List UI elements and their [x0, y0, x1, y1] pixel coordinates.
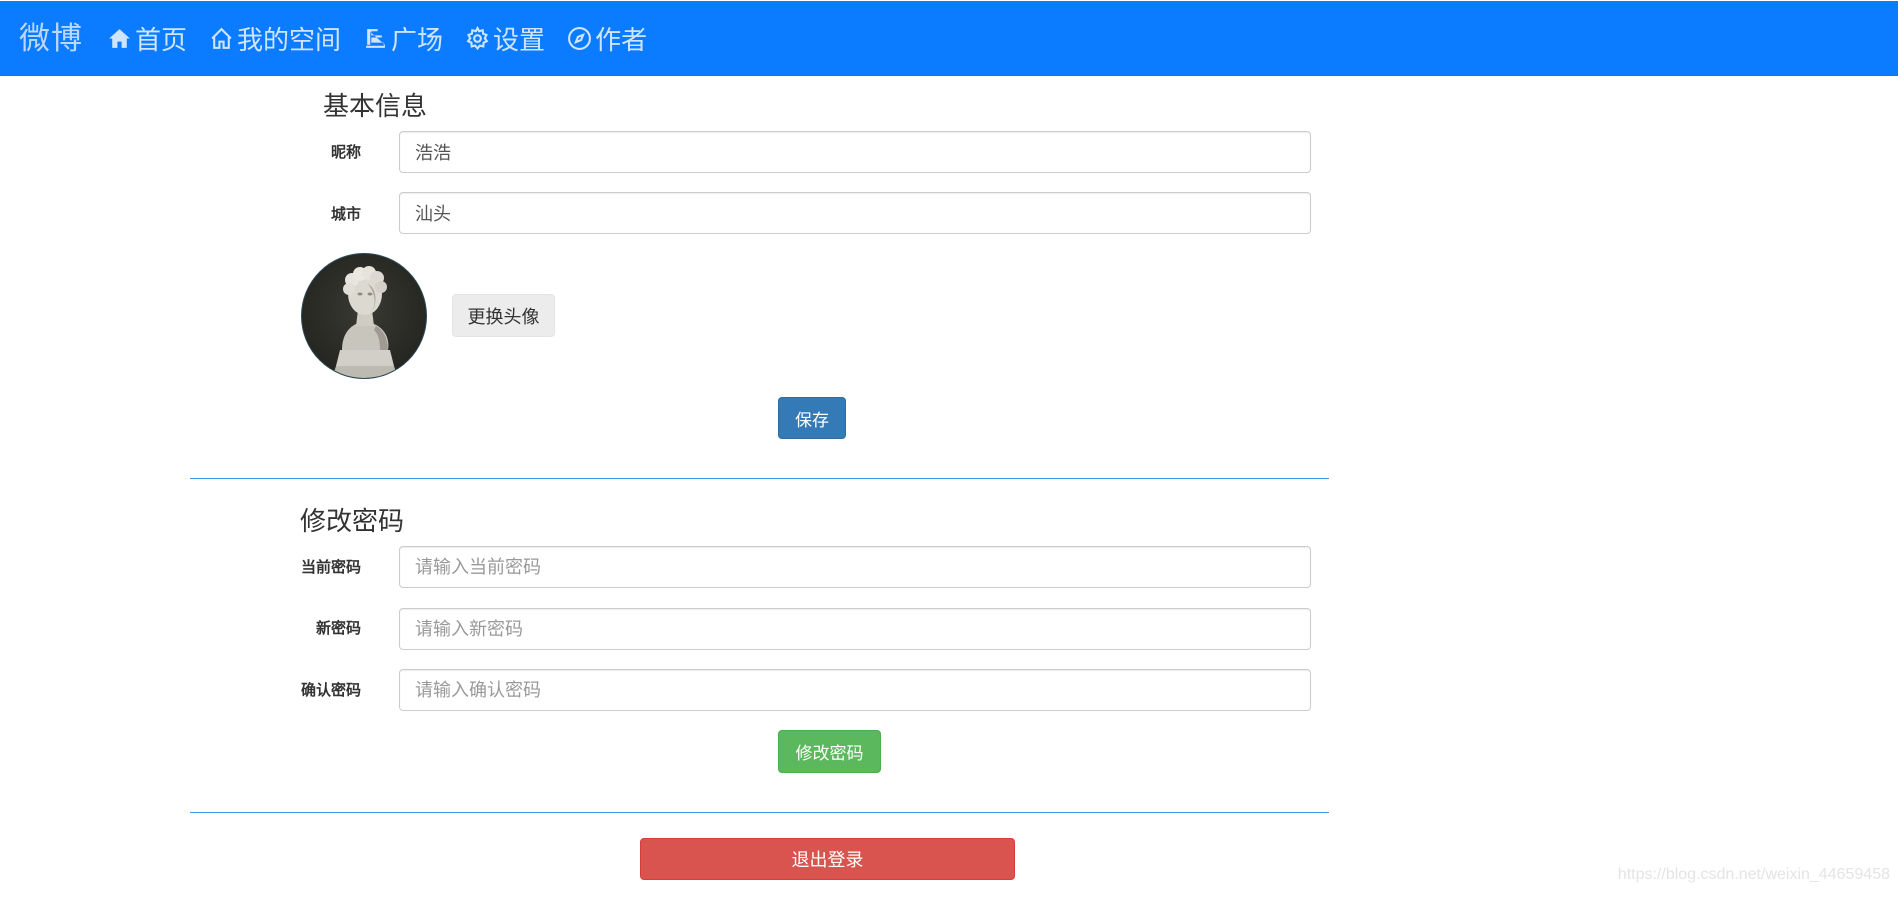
- home-icon: [109, 29, 130, 48]
- gear-icon: [466, 26, 489, 51]
- save-button[interactable]: 保存: [778, 397, 846, 439]
- change-avatar-button[interactable]: 更换头像: [452, 294, 555, 337]
- brand-logo[interactable]: 微博: [19, 1, 83, 77]
- basic-info-title: 基本信息: [323, 92, 428, 122]
- nav-item-label: 我的空间: [237, 26, 342, 56]
- nickname-label: 昵称: [330, 143, 361, 161]
- change-password-button[interactable]: 修改密码: [778, 730, 881, 773]
- city-label: 城市: [330, 205, 361, 223]
- change-password-title: 修改密码: [300, 507, 405, 537]
- current-password-input[interactable]: [399, 546, 1311, 588]
- compass-icon: [568, 27, 592, 50]
- logout-button[interactable]: 退出登录: [640, 838, 1015, 880]
- nav-item-label: 设置: [493, 26, 546, 56]
- section-divider: [190, 478, 1329, 479]
- plaza-icon: [366, 29, 385, 48]
- nav-item-my-space[interactable]: 我的空间: [209, 20, 341, 57]
- nickname-input[interactable]: [399, 131, 1311, 173]
- nav-item-author[interactable]: 作者: [567, 20, 647, 57]
- new-password-label: 新密码: [315, 619, 361, 637]
- top-navbar: 微博 首页 我的空间 广场 设置 作者: [0, 0, 1898, 76]
- new-password-input[interactable]: [399, 608, 1311, 650]
- watermark-text: https://blog.csdn.net/weixin_44659458: [1617, 866, 1890, 883]
- nav-item-plaza[interactable]: 广场: [363, 20, 443, 57]
- nav-item-label: 广场: [391, 26, 444, 56]
- confirm-password-label: 确认密码: [300, 681, 361, 699]
- bust-statue-image: [332, 266, 398, 378]
- nav-item-home[interactable]: 首页: [107, 20, 187, 57]
- city-input[interactable]: [399, 192, 1311, 234]
- confirm-password-input[interactable]: [399, 669, 1311, 711]
- section-divider: [190, 812, 1329, 813]
- current-password-label: 当前密码: [300, 558, 361, 576]
- nav-item-label: 作者: [595, 26, 648, 56]
- avatar: [301, 253, 427, 379]
- house-outline-icon: [211, 27, 232, 49]
- nav-item-label: 首页: [135, 26, 188, 56]
- nav-item-settings[interactable]: 设置: [465, 20, 545, 57]
